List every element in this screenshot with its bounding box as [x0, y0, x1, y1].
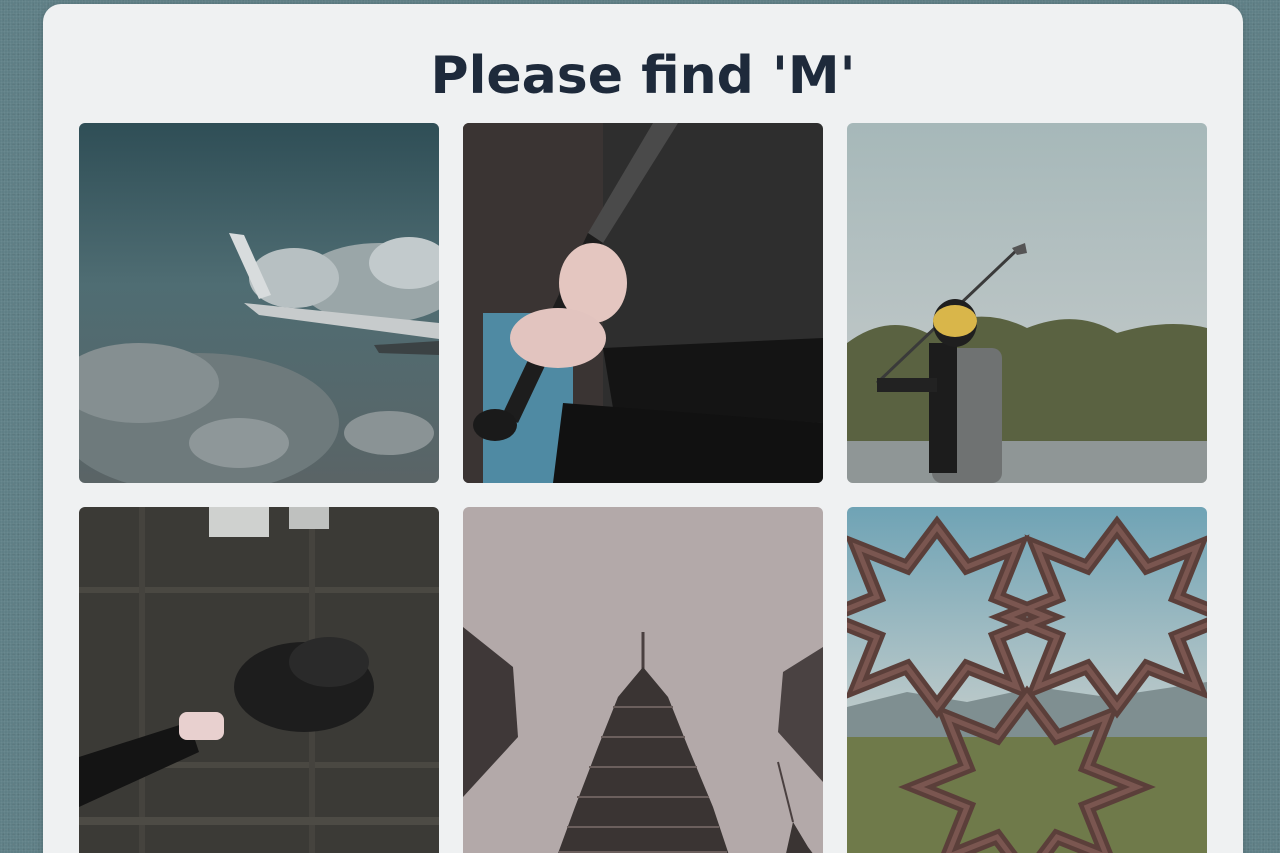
tile-skyscraper-spire[interactable]	[463, 507, 823, 853]
tile-airplane-wing-clouds[interactable]	[79, 123, 439, 483]
skyscraper-spire-image	[463, 507, 823, 853]
tile-baseball-bat-grip[interactable]	[463, 123, 823, 483]
captcha-card: Please find 'M'	[43, 4, 1243, 853]
baseball-bat-grip-image	[463, 123, 823, 483]
airplane-wing-clouds-image	[79, 123, 439, 483]
tile-baseball-glove[interactable]	[79, 507, 439, 853]
challenge-title: Please find 'M'	[430, 46, 856, 106]
baseball-glove-image	[79, 507, 439, 853]
golfer-swing-image	[847, 123, 1207, 483]
tile-geometric-lattice[interactable]	[847, 507, 1207, 853]
image-grid	[79, 123, 1207, 853]
tile-golfer-swing[interactable]	[847, 123, 1207, 483]
geometric-lattice-image	[847, 507, 1207, 853]
